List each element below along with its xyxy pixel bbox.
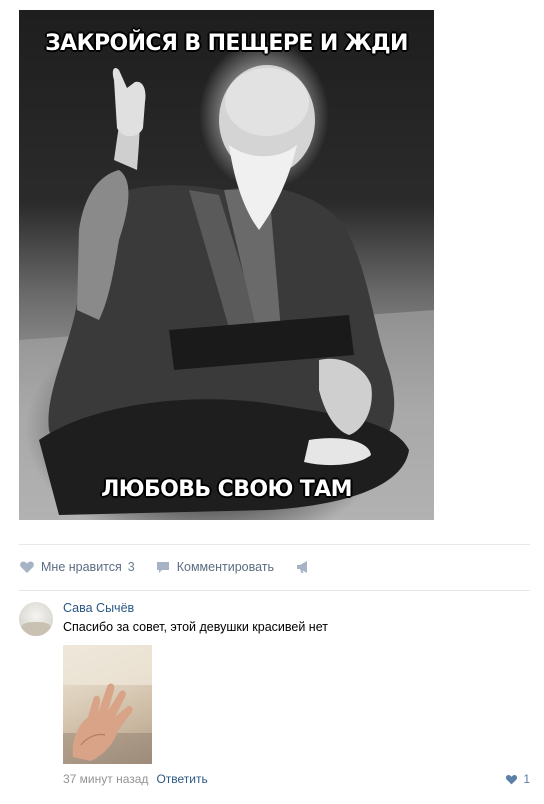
comment-icon bbox=[155, 559, 171, 575]
comment-meta: 37 минут назад Ответить bbox=[63, 772, 208, 786]
comment-timestamp[interactable]: 37 минут назад bbox=[63, 772, 148, 786]
reply-button[interactable]: Ответить bbox=[156, 772, 207, 786]
avatar[interactable] bbox=[19, 602, 53, 636]
like-label: Мне нравится bbox=[41, 560, 122, 574]
comment-photo[interactable] bbox=[63, 645, 152, 764]
comment-label: Комментировать bbox=[176, 560, 275, 574]
comment-button[interactable]: Комментировать bbox=[155, 559, 274, 575]
comment-like-button[interactable]: 1 bbox=[505, 772, 530, 786]
hand-photo-illustration bbox=[63, 645, 152, 764]
meme-bottom-caption: ЛЮБОВЬ СВОЮ ТАМ bbox=[101, 477, 352, 502]
comment-text: Спасибо за совет, этой девушки красивей … bbox=[63, 620, 328, 634]
like-button[interactable]: Мне нравится 3 bbox=[19, 559, 135, 575]
comment-author[interactable]: Сава Сычёв bbox=[63, 601, 134, 615]
meme-illustration bbox=[19, 65, 434, 520]
share-button[interactable] bbox=[295, 559, 317, 575]
share-icon bbox=[295, 559, 311, 575]
meme-top-caption: ЗАКРОЙСЯ В ПЕЩЕРЕ И ЖДИ bbox=[45, 31, 408, 56]
post-actions: Мне нравится 3 Комментировать bbox=[19, 557, 317, 577]
heart-icon bbox=[19, 559, 35, 575]
divider bbox=[19, 590, 530, 591]
divider bbox=[19, 544, 530, 545]
comment-like-count: 1 bbox=[523, 772, 530, 786]
heart-icon bbox=[505, 773, 518, 786]
meme-image[interactable]: ЗАКРОЙСЯ В ПЕЩЕРЕ И ЖДИ ЛЮБОВЬ СВОЮ ТАМ bbox=[19, 10, 434, 520]
like-count: 3 bbox=[127, 560, 135, 574]
